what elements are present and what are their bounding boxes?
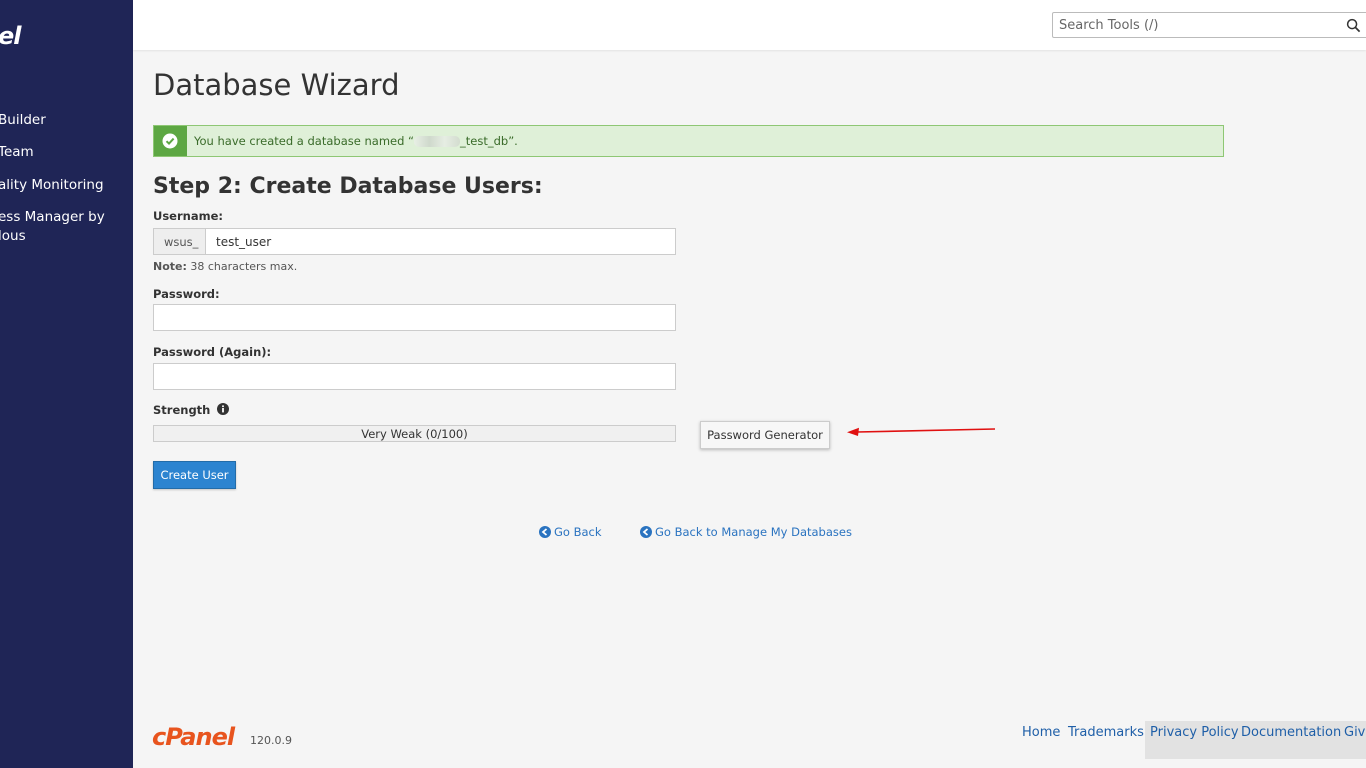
footer-link-documentation[interactable]: Documentation — [1241, 725, 1341, 740]
info-icon[interactable] — [217, 403, 230, 415]
footer-link-privacy-policy[interactable]: Privacy Policy — [1150, 725, 1239, 740]
username-note: Note: 38 characters max. — [153, 260, 297, 273]
create-user-button[interactable]: Create User — [153, 461, 236, 489]
sidebar-item-site-builder[interactable]: Builder — [0, 111, 46, 130]
search-box — [1052, 12, 1366, 38]
strength-label-row: Strength — [153, 403, 230, 417]
password-label: Password: — [153, 287, 220, 301]
strength-meter-text: Very Weak (0/100) — [361, 427, 468, 441]
arrow-left-circle-icon — [539, 526, 551, 538]
username-prefix: wsus_ — [154, 229, 206, 254]
go-back-label: Go Back — [554, 525, 602, 539]
note-text: 38 characters max. — [186, 260, 298, 273]
alert-text-after: _test_db”. — [460, 134, 518, 148]
sidebar-item-access-manager[interactable]: ess Manager by — [0, 208, 105, 227]
sidebar-item-quality-monitoring[interactable]: ality Monitoring — [0, 176, 104, 195]
username-input[interactable] — [207, 229, 675, 254]
password-again-label: Password (Again): — [153, 345, 272, 359]
alert-message: You have created a database named “ _test… — [194, 134, 518, 148]
red-arrow-annotation — [847, 427, 996, 436]
sidebar-item-team[interactable]: Team — [0, 143, 34, 162]
go-back-manage-label: Go Back to Manage My Databases — [655, 525, 852, 539]
page-title: Database Wizard — [153, 68, 400, 102]
footer-link-give-feedback[interactable]: Give — [1344, 725, 1366, 740]
top-bar — [133, 0, 1366, 50]
footer-link-home[interactable]: Home — [1022, 725, 1060, 740]
note-label: Note: — [153, 260, 187, 273]
footer-link-trademarks[interactable]: Trademarks — [1068, 725, 1144, 740]
alert-icon-box — [154, 126, 187, 156]
password-again-input[interactable] — [153, 363, 676, 390]
password-generator-button[interactable]: Password Generator — [700, 421, 830, 449]
redacted-prefix — [414, 136, 461, 147]
password-input[interactable] — [153, 304, 676, 331]
arrow-left-circle-icon — [640, 526, 652, 538]
sidebar-item-access-manager-line2[interactable]: lous — [0, 227, 26, 246]
sidebar: el Builder Team ality Monitoring ess Man… — [0, 0, 133, 768]
go-back-link[interactable]: Go Back — [539, 525, 602, 539]
success-alert: You have created a database named “ _test… — [153, 125, 1224, 157]
cpanel-logo[interactable]: el — [0, 22, 21, 50]
alert-text-before: You have created a database named “ — [194, 134, 415, 148]
go-back-manage-databases-link[interactable]: Go Back to Manage My Databases — [640, 525, 852, 539]
search-input[interactable] — [1053, 13, 1333, 37]
check-circle-icon — [162, 133, 178, 149]
search-icon[interactable] — [1346, 18, 1361, 33]
cpanel-version: 120.0.9 — [250, 734, 292, 747]
cpanel-brand-logo[interactable]: cPanel — [152, 723, 235, 751]
strength-meter: Very Weak (0/100) — [153, 425, 676, 442]
step-heading: Step 2: Create Database Users: — [153, 174, 543, 199]
username-input-group: wsus_ — [153, 228, 676, 255]
strength-label: Strength — [153, 403, 211, 417]
username-label: Username: — [153, 209, 223, 223]
